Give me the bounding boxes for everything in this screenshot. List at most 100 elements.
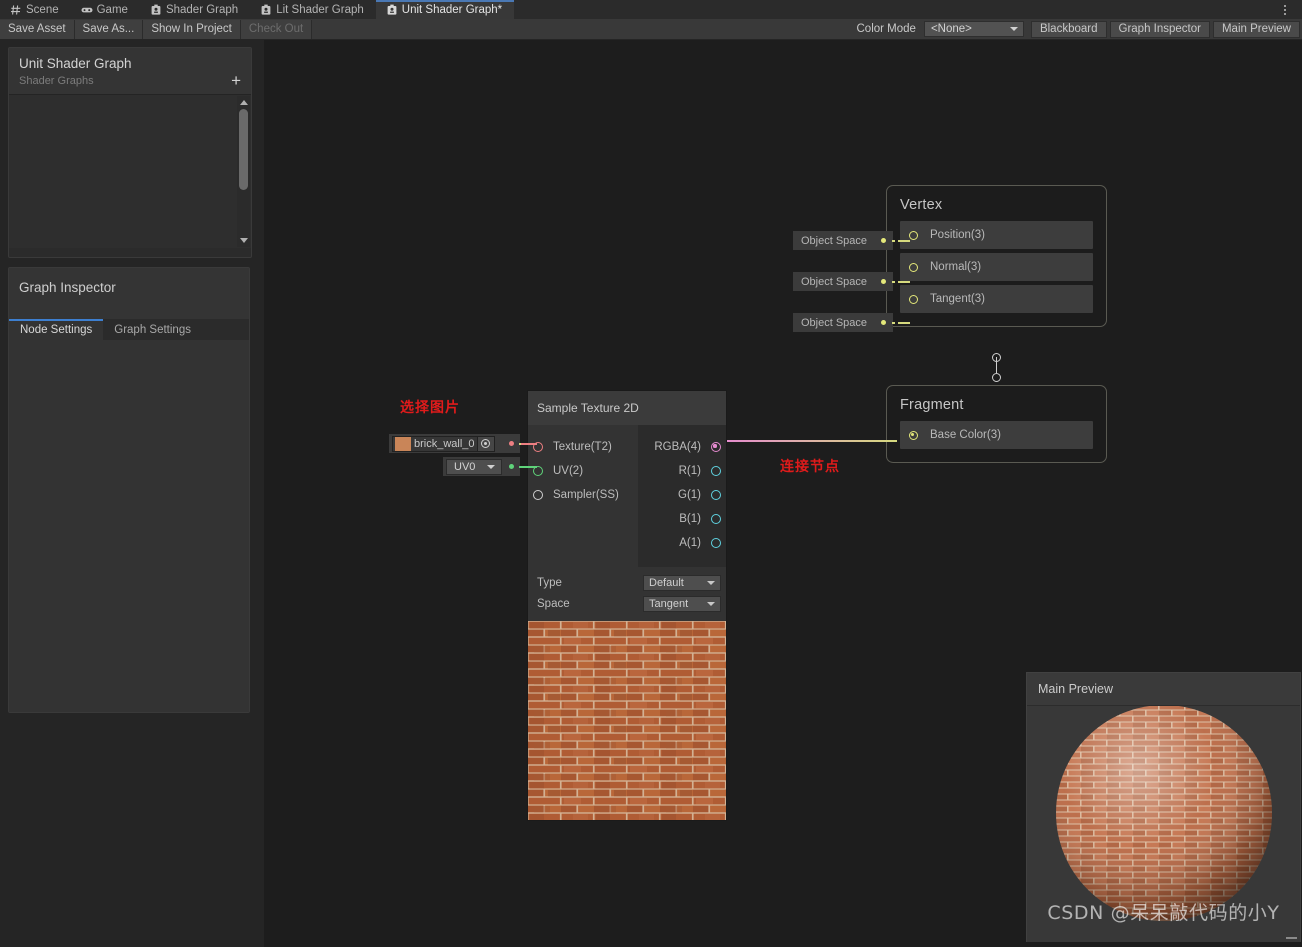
setting-row-space: Space Tangent <box>528 593 726 614</box>
tab-lit-shader-graph[interactable]: Lit Shader Graph <box>250 0 376 19</box>
normal-space-pill[interactable]: Object Space <box>793 272 893 291</box>
graph-inspector-panel: Graph Inspector Node Settings Graph Sett… <box>8 267 250 713</box>
normal-port-icon[interactable] <box>909 262 918 272</box>
texture-property-field[interactable]: brick_wall_0 <box>389 434 520 453</box>
rgba-to-base-color-edge[interactable] <box>722 440 897 442</box>
shader-graph-icon <box>151 4 161 15</box>
object-picker-icon[interactable] <box>476 436 494 451</box>
tab-graph-settings[interactable]: Graph Settings <box>103 319 202 340</box>
normal-wire <box>898 281 910 283</box>
tab-scene[interactable]: Scene <box>0 0 71 19</box>
input-port-texture[interactable]: Texture(T2) <box>528 435 638 459</box>
space-value: Tangent <box>649 597 689 610</box>
fragment-node-title: Fragment <box>900 397 964 413</box>
space-label: Space <box>537 597 570 610</box>
port-label: Sampler(SS) <box>553 489 619 501</box>
vertex-node-title: Vertex <box>900 197 943 213</box>
gamepad-icon <box>81 7 93 12</box>
space-label: Object Space <box>801 316 868 329</box>
port-dot-icon <box>881 320 886 325</box>
annotation-select-image: 选择图片 <box>400 400 460 416</box>
position-space-pill[interactable]: Object Space <box>793 231 893 250</box>
tab-unit-shader-graph[interactable]: Unit Shader Graph* <box>375 0 515 19</box>
main-preview-viewport[interactable]: CSDN @呆呆敲代码的小Y <box>1027 706 1300 942</box>
space-dropdown[interactable]: Tangent <box>643 595 721 612</box>
output-port-b[interactable]: B(1) <box>638 507 726 531</box>
vertex-block-position[interactable]: Position(3) <box>900 221 1093 249</box>
input-port-sampler[interactable]: Sampler(SS) <box>528 483 638 507</box>
texture-swatch <box>395 436 411 451</box>
blackboard-toggle-button[interactable]: Blackboard <box>1030 20 1107 38</box>
output-port-a[interactable]: A(1) <box>638 531 726 555</box>
block-label: Position(3) <box>930 229 985 241</box>
b-port-icon[interactable] <box>711 514 721 524</box>
graph-toolbar: Save Asset Save As... Show In Project Ch… <box>0 19 1302 39</box>
sample-texture-settings: Type Default Space Tangent <box>528 567 726 621</box>
scrollbar-thumb[interactable] <box>239 109 248 190</box>
resize-handle[interactable] <box>1286 937 1297 939</box>
chevron-down-icon <box>1009 27 1018 31</box>
save-asset-button[interactable]: Save Asset <box>0 19 75 39</box>
input-port-uv[interactable]: UV(2) <box>528 459 638 483</box>
vertex-context-node[interactable]: Vertex Position(3) Normal(3) Tangent(3) <box>886 185 1107 327</box>
output-port-r[interactable]: R(1) <box>638 459 726 483</box>
fragment-context-node[interactable]: Fragment Base Color(3) <box>886 385 1107 463</box>
annotation-connect-nodes: 连接节点 <box>780 459 840 475</box>
tab-game[interactable]: Game <box>71 0 140 19</box>
more-options-icon[interactable] <box>1277 0 1293 19</box>
texture-object-field[interactable]: brick_wall_0 <box>392 435 495 452</box>
tangent-port-icon[interactable] <box>909 294 918 304</box>
port-label: A(1) <box>679 537 701 549</box>
sampler-port-icon[interactable] <box>533 490 543 500</box>
preview-sphere <box>1055 706 1272 921</box>
chevron-down-icon <box>487 464 495 469</box>
uv-property-field[interactable]: UV0 <box>443 457 520 476</box>
color-mode-dropdown[interactable]: <None> <box>923 21 1024 37</box>
inspector-header: Graph Inspector <box>9 268 249 319</box>
a-port-icon[interactable] <box>711 538 721 548</box>
tab-node-settings[interactable]: Node Settings <box>9 319 104 340</box>
tab-shader-graph[interactable]: Shader Graph <box>140 0 250 19</box>
port-dot-icon <box>881 279 886 284</box>
g-port-icon[interactable] <box>711 490 721 500</box>
sample-texture-2d-node[interactable]: Sample Texture 2D Texture(T2) UV(2) Samp… <box>527 390 727 821</box>
scroll-down-icon[interactable] <box>239 238 248 243</box>
base-color-port-icon[interactable] <box>909 430 918 440</box>
graph-inspector-toggle-button[interactable]: Graph Inspector <box>1109 20 1210 38</box>
uv-channel-dropdown[interactable]: UV0 <box>446 458 502 475</box>
main-preview-toggle-button[interactable]: Main Preview <box>1212 20 1300 38</box>
output-port-rgba[interactable]: RGBA(4) <box>638 435 726 459</box>
position-port-icon[interactable] <box>909 230 918 240</box>
blackboard-header: Unit Shader Graph Shader Graphs + <box>9 48 251 95</box>
fragment-block-base-color[interactable]: Base Color(3) <box>900 421 1093 449</box>
tab-label: Unit Shader Graph* <box>401 3 503 16</box>
blackboard-scrollbar[interactable] <box>237 96 250 247</box>
tangent-wire <box>898 322 910 324</box>
main-preview-panel[interactable]: Main Preview CSDN @呆呆敲代码的小Y <box>1026 672 1301 942</box>
inspector-content <box>9 340 249 712</box>
space-label: Object Space <box>801 275 868 288</box>
block-label: Tangent(3) <box>930 293 985 305</box>
blackboard-property-list[interactable] <box>9 95 251 248</box>
shader-graph-window: Scene Game Shader Graph Lit Shader Graph… <box>0 0 1302 947</box>
vertex-block-tangent[interactable]: Tangent(3) <box>900 285 1093 313</box>
blackboard-panel: Unit Shader Graph Shader Graphs + <box>8 47 252 258</box>
texture-value: brick_wall_0 <box>414 437 475 450</box>
vertex-block-normal[interactable]: Normal(3) <box>900 253 1093 281</box>
show-in-project-button[interactable]: Show In Project <box>143 19 241 39</box>
output-port-g[interactable]: G(1) <box>638 483 726 507</box>
rgba-port-icon[interactable] <box>711 442 721 452</box>
save-as-button[interactable]: Save As... <box>74 19 144 39</box>
blackboard-subtitle: Shader Graphs <box>19 75 94 87</box>
r-port-icon[interactable] <box>711 466 721 476</box>
tangent-space-pill[interactable]: Object Space <box>793 313 893 332</box>
editor-tab-bar: Scene Game Shader Graph Lit Shader Graph… <box>0 0 1302 19</box>
tab-label: Lit Shader Graph <box>276 3 364 16</box>
type-dropdown[interactable]: Default <box>643 574 721 591</box>
add-property-button[interactable]: + <box>231 72 241 89</box>
texture-port-dot-icon <box>509 441 514 446</box>
port-label: G(1) <box>678 489 701 501</box>
port-dot-icon <box>881 238 886 243</box>
setting-row-type: Type Default <box>528 572 726 593</box>
scroll-up-icon[interactable] <box>239 100 248 105</box>
